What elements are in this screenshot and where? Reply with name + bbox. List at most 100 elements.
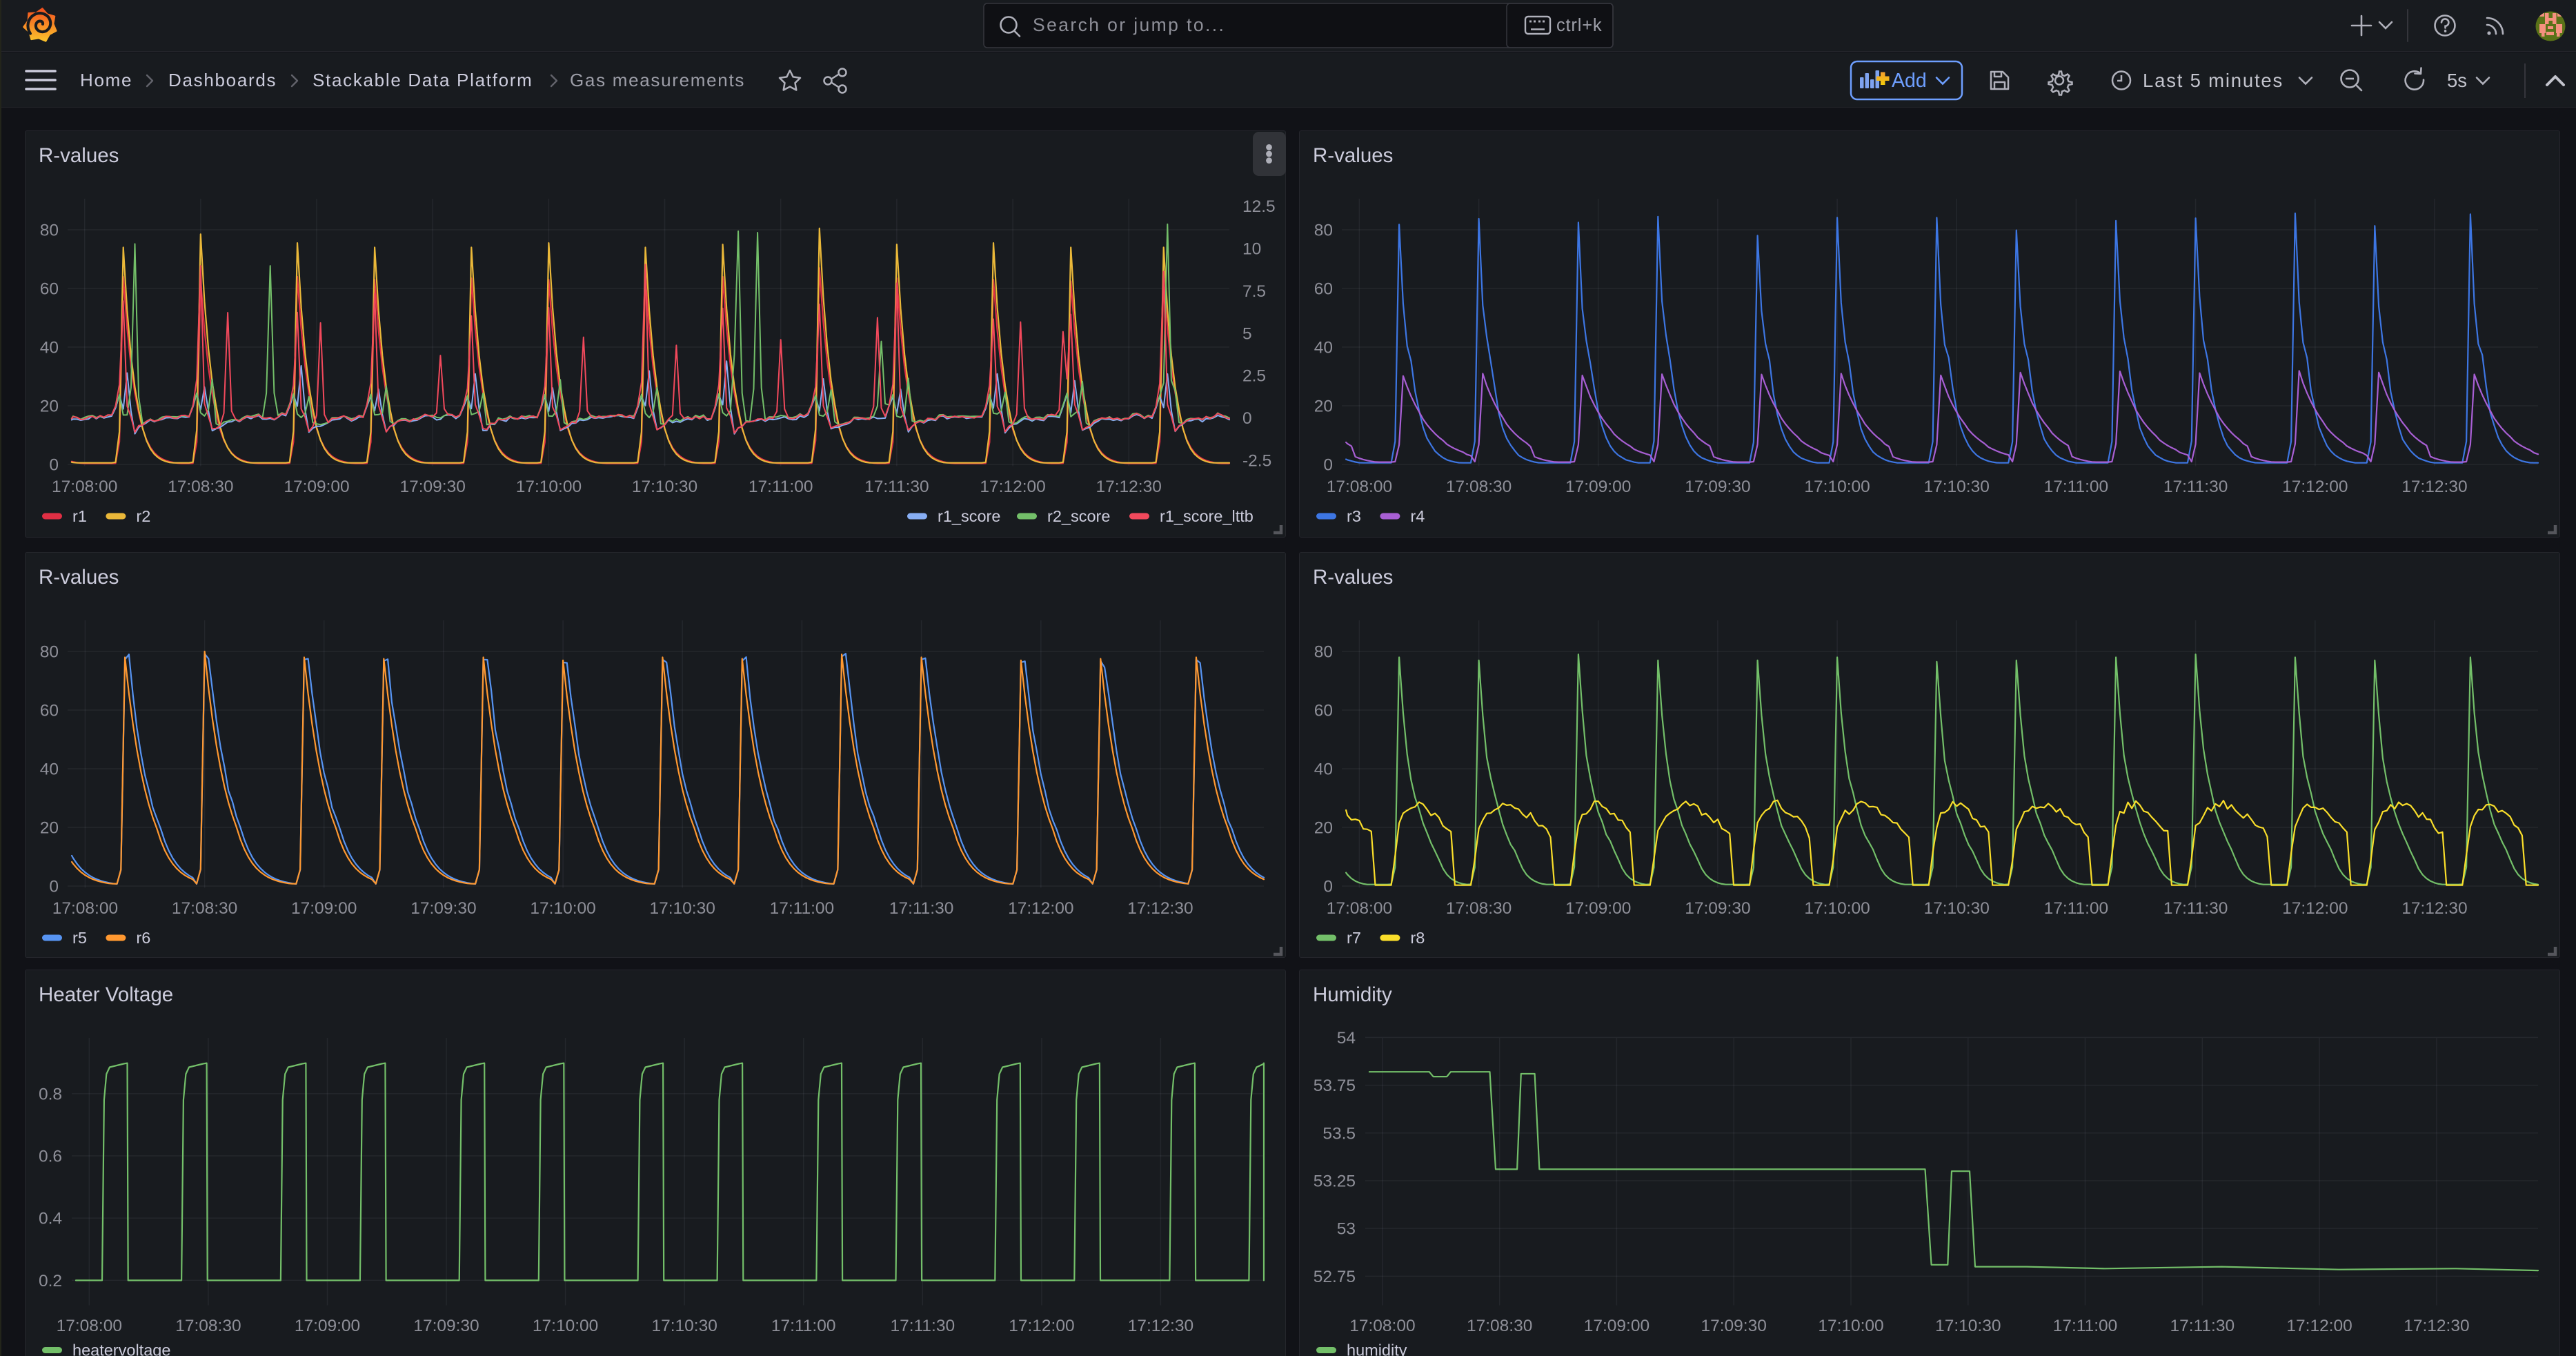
svg-text:17:09:00: 17:09:00 [291,899,357,918]
svg-text:53.75: 53.75 [1314,1077,1356,1095]
svg-text:80: 80 [1314,643,1333,662]
svg-text:60: 60 [40,280,59,299]
svg-text:17:11:00: 17:11:00 [2044,899,2109,918]
svg-text:17:12:00: 17:12:00 [2286,1317,2352,1335]
svg-text:17:09:00: 17:09:00 [295,1317,360,1335]
svg-text:17:09:30: 17:09:30 [1685,899,1750,918]
svg-text:10: 10 [1242,239,1261,258]
svg-text:heatervoltage: heatervoltage [72,1342,170,1356]
svg-text:r5: r5 [72,929,87,947]
svg-text:17:11:30: 17:11:30 [864,478,929,496]
svg-text:17:12:00: 17:12:00 [980,478,1045,496]
svg-text:17:12:00: 17:12:00 [1009,1317,1074,1335]
svg-text:80: 80 [40,222,59,240]
svg-text:17:08:00: 17:08:00 [57,1317,122,1335]
svg-text:17:08:30: 17:08:30 [1446,899,1512,918]
svg-text:2.5: 2.5 [1242,367,1266,386]
svg-text:17:11:30: 17:11:30 [889,899,954,918]
svg-text:52.75: 52.75 [1314,1268,1356,1286]
svg-text:r3: r3 [1347,507,1361,525]
svg-text:60: 60 [1314,702,1333,720]
svg-text:-2.5: -2.5 [1242,452,1271,471]
svg-text:17:10:30: 17:10:30 [650,899,715,918]
svg-text:0.4: 0.4 [39,1210,62,1228]
svg-text:40: 40 [40,760,59,779]
svg-text:17:10:30: 17:10:30 [632,478,697,496]
svg-text:17:09:30: 17:09:30 [400,478,466,496]
svg-text:53.25: 53.25 [1314,1172,1356,1191]
svg-text:17:09:30: 17:09:30 [1701,1317,1767,1335]
svg-text:ctrl+k: ctrl+k [1556,16,1602,35]
svg-text:53: 53 [1337,1220,1356,1239]
svg-text:7.5: 7.5 [1242,282,1266,301]
svg-text:17:12:00: 17:12:00 [1008,899,1073,918]
svg-text:17:10:00: 17:10:00 [1804,478,1870,496]
svg-text:r1: r1 [72,507,87,525]
svg-text:60: 60 [40,702,59,720]
svg-text:Heater Voltage: Heater Voltage [39,983,173,1006]
svg-text:17:12:30: 17:12:30 [2404,1317,2469,1335]
svg-text:60: 60 [1314,280,1333,299]
svg-text:17:08:00: 17:08:00 [1327,899,1392,918]
svg-text:r4: r4 [1410,507,1425,525]
svg-text:17:09:00: 17:09:00 [1565,899,1631,918]
svg-text:80: 80 [1314,222,1333,240]
svg-text:40: 40 [1314,339,1333,357]
svg-text:80: 80 [40,643,59,662]
svg-text:r8: r8 [1410,929,1425,947]
svg-text:r6: r6 [136,929,150,947]
svg-text:17:08:00: 17:08:00 [1327,478,1392,496]
svg-text:0.2: 0.2 [39,1272,62,1290]
svg-text:17:12:30: 17:12:30 [1128,1317,1193,1335]
svg-text:17:11:00: 17:11:00 [2044,478,2109,496]
svg-text:17:10:00: 17:10:00 [1818,1317,1883,1335]
svg-text:R-values: R-values [39,566,119,589]
svg-text:17:08:30: 17:08:30 [172,899,237,918]
svg-text:17:11:30: 17:11:30 [2163,899,2228,918]
svg-text:17:08:30: 17:08:30 [1446,478,1512,496]
svg-text:R-values: R-values [1313,144,1393,167]
svg-text:20: 20 [1314,397,1333,416]
svg-text:40: 40 [40,339,59,357]
svg-text:humidity: humidity [1347,1342,1407,1356]
svg-text:20: 20 [40,819,59,838]
svg-text:17:08:30: 17:08:30 [175,1317,241,1335]
svg-text:Humidity: Humidity [1313,983,1392,1006]
svg-text:20: 20 [40,397,59,416]
svg-text:0.8: 0.8 [39,1085,62,1103]
svg-text:17:09:30: 17:09:30 [413,1317,479,1335]
svg-text:0: 0 [1242,409,1252,428]
svg-text:17:11:00: 17:11:00 [749,478,813,496]
svg-text:17:10:30: 17:10:30 [652,1317,717,1335]
svg-text:17:12:00: 17:12:00 [2282,478,2348,496]
svg-text:r7: r7 [1347,929,1361,947]
svg-text:17:08:30: 17:08:30 [1467,1317,1532,1335]
svg-text:17:12:00: 17:12:00 [2282,899,2348,918]
svg-text:5s: 5s [2447,70,2467,91]
svg-text:17:11:00: 17:11:00 [771,1317,836,1335]
svg-text:17:09:00: 17:09:00 [1584,1317,1649,1335]
svg-text:17:12:30: 17:12:30 [1127,899,1193,918]
svg-text:Add: Add [1892,70,1927,92]
svg-text:17:11:30: 17:11:30 [2170,1317,2235,1335]
svg-text:17:09:00: 17:09:00 [284,478,349,496]
svg-text:R-values: R-values [1313,566,1393,589]
svg-text:17:08:30: 17:08:30 [168,478,233,496]
svg-text:17:11:00: 17:11:00 [770,899,835,918]
svg-text:0: 0 [1323,456,1333,475]
svg-text:20: 20 [1314,819,1333,838]
svg-text:17:10:00: 17:10:00 [516,478,582,496]
svg-text:0: 0 [49,878,59,896]
svg-text:0: 0 [49,456,59,475]
svg-text:5: 5 [1242,324,1252,343]
svg-text:12.5: 12.5 [1242,197,1276,216]
svg-text:17:12:30: 17:12:30 [1096,478,1162,496]
svg-text:17:10:00: 17:10:00 [533,1317,598,1335]
svg-text:17:11:00: 17:11:00 [2053,1317,2118,1335]
svg-text:Stackable Data Platform: Stackable Data Platform [313,70,533,90]
svg-text:40: 40 [1314,760,1333,779]
svg-text:17:12:30: 17:12:30 [2401,478,2467,496]
svg-text:Search or jump to...: Search or jump to... [1033,14,1225,35]
svg-text:r1_score: r1_score [938,507,1000,525]
svg-text:17:09:30: 17:09:30 [410,899,476,918]
